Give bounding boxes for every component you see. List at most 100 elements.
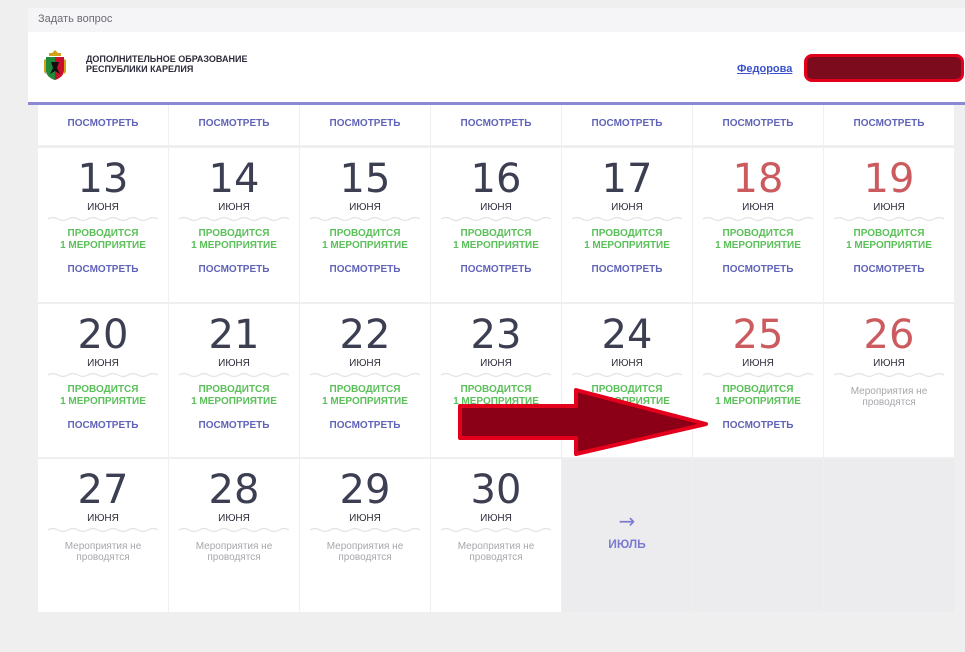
day-number: 23: [470, 312, 522, 358]
status-line-2: 1 МЕРОПРИЯТИЕ: [322, 240, 408, 251]
wave-divider-icon: [834, 216, 944, 222]
arrow-right-icon: →: [618, 509, 636, 533]
calendar-day-cell[interactable]: 16 ИЮНЯ ПРОВОДИТСЯ 1 МЕРОПРИЯТИЕ ПОСМОТРЕТЬ: [431, 148, 561, 302]
no-events-text: Мероприятия не проводятся: [300, 541, 430, 563]
calendar-day-cell[interactable]: 26 ИЮНЯ Мероприятия не проводятся: [824, 304, 954, 457]
calendar-day-cell[interactable]: 30 ИЮНЯ Мероприятия не проводятся: [431, 459, 561, 612]
day-number: 21: [208, 312, 260, 358]
view-events-link[interactable]: ПОСМОТРЕТЬ: [38, 264, 168, 275]
calendar-day-cell[interactable]: 20 ИЮНЯ ПРОВОДИТСЯ 1 МЕРОПРИЯТИЕ ПОСМОТРЕТЬ: [38, 304, 168, 457]
status-line-1: ПРОВОДИТСЯ: [329, 384, 401, 395]
wave-divider-icon: [834, 372, 944, 378]
month-label: ИЮНЯ: [349, 202, 381, 213]
no-events-text: Мероприятия не проводятся: [431, 541, 561, 563]
status-line-2: 1 МЕРОПРИЯТИЕ: [715, 240, 801, 251]
month-label: ИЮНЯ: [349, 358, 381, 369]
view-events-link[interactable]: ПОСМОТРЕТЬ: [562, 118, 692, 129]
no-events-text: Мероприятия не проводятся: [824, 386, 954, 408]
status-line-1: ПРОВОДИТСЯ: [329, 228, 401, 239]
wave-divider-icon: [179, 527, 289, 533]
wave-divider-icon: [310, 216, 420, 222]
calendar-day-cell[interactable]: 13 ИЮНЯ ПРОВОДИТСЯ 1 МЕРОПРИЯТИЕ ПОСМОТРЕТЬ: [38, 148, 168, 302]
month-label: ИЮНЯ: [218, 513, 250, 524]
day-number: 26: [863, 312, 915, 358]
status-line-1: ПРОВОДИТСЯ: [722, 228, 794, 239]
view-events-link[interactable]: ПОСМОТРЕТЬ: [169, 118, 299, 129]
brand-line-2: РЕСПУБЛИКИ КАРЕЛИЯ: [86, 64, 194, 74]
view-events-link[interactable]: ПОСМОТРЕТЬ: [824, 264, 954, 275]
view-events-link[interactable]: ПОСМОТРЕТЬ: [169, 420, 299, 431]
view-events-link[interactable]: ПОСМОТРЕТЬ: [300, 420, 430, 431]
day-number: 29: [339, 467, 391, 513]
month-label: ИЮНЯ: [87, 358, 119, 369]
annotation-arrow-icon: [458, 388, 708, 456]
view-events-link[interactable]: ПОСМОТРЕТЬ: [300, 264, 430, 275]
wave-divider-icon: [179, 216, 289, 222]
top-bar: Задать вопрос: [28, 8, 965, 32]
calendar-cell-prev-week: ПОСМОТРЕТЬ: [824, 105, 954, 145]
karelia-coat-of-arms-icon[interactable]: [44, 50, 66, 80]
calendar-cell-prev-week: ПОСМОТРЕТЬ: [693, 105, 823, 145]
view-events-link[interactable]: ПОСМОТРЕТЬ: [431, 264, 561, 275]
calendar-day-cell[interactable]: 22 ИЮНЯ ПРОВОДИТСЯ 1 МЕРОПРИЯТИЕ ПОСМОТРЕТЬ: [300, 304, 430, 457]
calendar-day-cell[interactable]: 27 ИЮНЯ Мероприятия не проводятся: [38, 459, 168, 612]
events-status: ПРОВОДИТСЯ1 МЕРОПРИЯТИЕ: [562, 228, 692, 252]
view-events-link[interactable]: ПОСМОТРЕТЬ: [693, 264, 823, 275]
view-events-link[interactable]: ПОСМОТРЕТЬ: [38, 118, 168, 129]
wave-divider-icon: [572, 216, 682, 222]
wave-divider-icon: [310, 372, 420, 378]
events-status: ПРОВОДИТСЯ1 МЕРОПРИЯТИЕ: [300, 228, 430, 252]
view-events-link[interactable]: ПОСМОТРЕТЬ: [824, 118, 954, 129]
empty-calendar-cell: [693, 459, 823, 612]
next-month-button[interactable]: → ИЮЛЬ: [562, 459, 692, 612]
ask-question-link[interactable]: Задать вопрос: [38, 13, 112, 25]
calendar-day-cell[interactable]: 21 ИЮНЯ ПРОВОДИТСЯ 1 МЕРОПРИЯТИЕ ПОСМОТРЕТЬ: [169, 304, 299, 457]
calendar-day-cell[interactable]: 28 ИЮНЯ Мероприятия не проводятся: [169, 459, 299, 612]
month-label: ИЮНЯ: [873, 358, 905, 369]
calendar-cell-prev-week: ПОСМОТРЕТЬ: [431, 105, 561, 145]
view-events-link[interactable]: ПОСМОТРЕТЬ: [431, 118, 561, 129]
events-status: ПРОВОДИТСЯ1 МЕРОПРИЯТИЕ: [693, 228, 823, 252]
events-status: ПРОВОДИТСЯ1 МЕРОПРИЯТИЕ: [824, 228, 954, 252]
no-events-line-2: проводятся: [469, 552, 523, 563]
calendar-day-cell[interactable]: 19 ИЮНЯ ПРОВОДИТСЯ 1 МЕРОПРИЯТИЕ ПОСМОТРЕТЬ: [824, 148, 954, 302]
calendar-day-cell[interactable]: 17 ИЮНЯ ПРОВОДИТСЯ 1 МЕРОПРИЯТИЕ ПОСМОТРЕТЬ: [562, 148, 692, 302]
status-line-2: 1 МЕРОПРИЯТИЕ: [846, 240, 932, 251]
view-events-link[interactable]: ПОСМОТРЕТЬ: [693, 118, 823, 129]
wave-divider-icon: [179, 372, 289, 378]
no-events-line-2: проводятся: [862, 397, 916, 408]
calendar-day-cell[interactable]: 15 ИЮНЯ ПРОВОДИТСЯ 1 МЕРОПРИЯТИЕ ПОСМОТРЕТЬ: [300, 148, 430, 302]
events-status: ПРОВОДИТСЯ1 МЕРОПРИЯТИЕ: [38, 228, 168, 252]
view-events-link[interactable]: ПОСМОТРЕТЬ: [300, 118, 430, 129]
calendar-day-cell[interactable]: 14 ИЮНЯ ПРОВОДИТСЯ 1 МЕРОПРИЯТИЕ ПОСМОТРЕТЬ: [169, 148, 299, 302]
no-events-text: Мероприятия не проводятся: [169, 541, 299, 563]
status-line-1: ПРОВОДИТСЯ: [591, 228, 663, 239]
no-events-line-2: проводятся: [76, 552, 130, 563]
month-label: ИЮНЯ: [480, 358, 512, 369]
brand-line-1: ДОПОЛНИТЕЛЬНОЕ ОБРАЗОВАНИЕ: [86, 54, 248, 64]
user-name-link[interactable]: Федорова: [737, 63, 792, 75]
month-label: ИЮНЯ: [480, 513, 512, 524]
day-number: 14: [208, 156, 260, 202]
status-line-2: 1 МЕРОПРИЯТИЕ: [584, 240, 670, 251]
wave-divider-icon: [48, 527, 158, 533]
calendar-day-cell[interactable]: 18 ИЮНЯ ПРОВОДИТСЯ 1 МЕРОПРИЯТИЕ ПОСМОТРЕТЬ: [693, 148, 823, 302]
view-events-link[interactable]: ПОСМОТРЕТЬ: [169, 264, 299, 275]
status-line-2: 1 МЕРОПРИЯТИЕ: [322, 396, 408, 407]
calendar-day-cell[interactable]: 29 ИЮНЯ Мероприятия не проводятся: [300, 459, 430, 612]
wave-divider-icon: [441, 372, 551, 378]
site-header: ДОПОЛНИТЕЛЬНОЕ ОБРАЗОВАНИЕ РЕСПУБЛИКИ КА…: [28, 32, 965, 105]
no-events-line-2: проводятся: [207, 552, 261, 563]
day-number: 17: [601, 156, 653, 202]
view-events-link[interactable]: ПОСМОТРЕТЬ: [562, 264, 692, 275]
wave-divider-icon: [703, 372, 813, 378]
status-line-2: 1 МЕРОПРИЯТИЕ: [191, 240, 277, 251]
view-events-link[interactable]: ПОСМОТРЕТЬ: [38, 420, 168, 431]
no-events-line-1: Мероприятия не: [326, 541, 404, 552]
events-status: ПРОВОДИТСЯ1 МЕРОПРИЯТИЕ: [169, 384, 299, 408]
status-line-2: 1 МЕРОПРИЯТИЕ: [715, 396, 801, 407]
site-brand[interactable]: ДОПОЛНИТЕЛЬНОЕ ОБРАЗОВАНИЕ РЕСПУБЛИКИ КА…: [86, 54, 247, 74]
status-line-1: ПРОВОДИТСЯ: [67, 384, 139, 395]
calendar-cell-prev-week: ПОСМОТРЕТЬ: [562, 105, 692, 145]
events-status: ПРОВОДИТСЯ1 МЕРОПРИЯТИЕ: [169, 228, 299, 252]
